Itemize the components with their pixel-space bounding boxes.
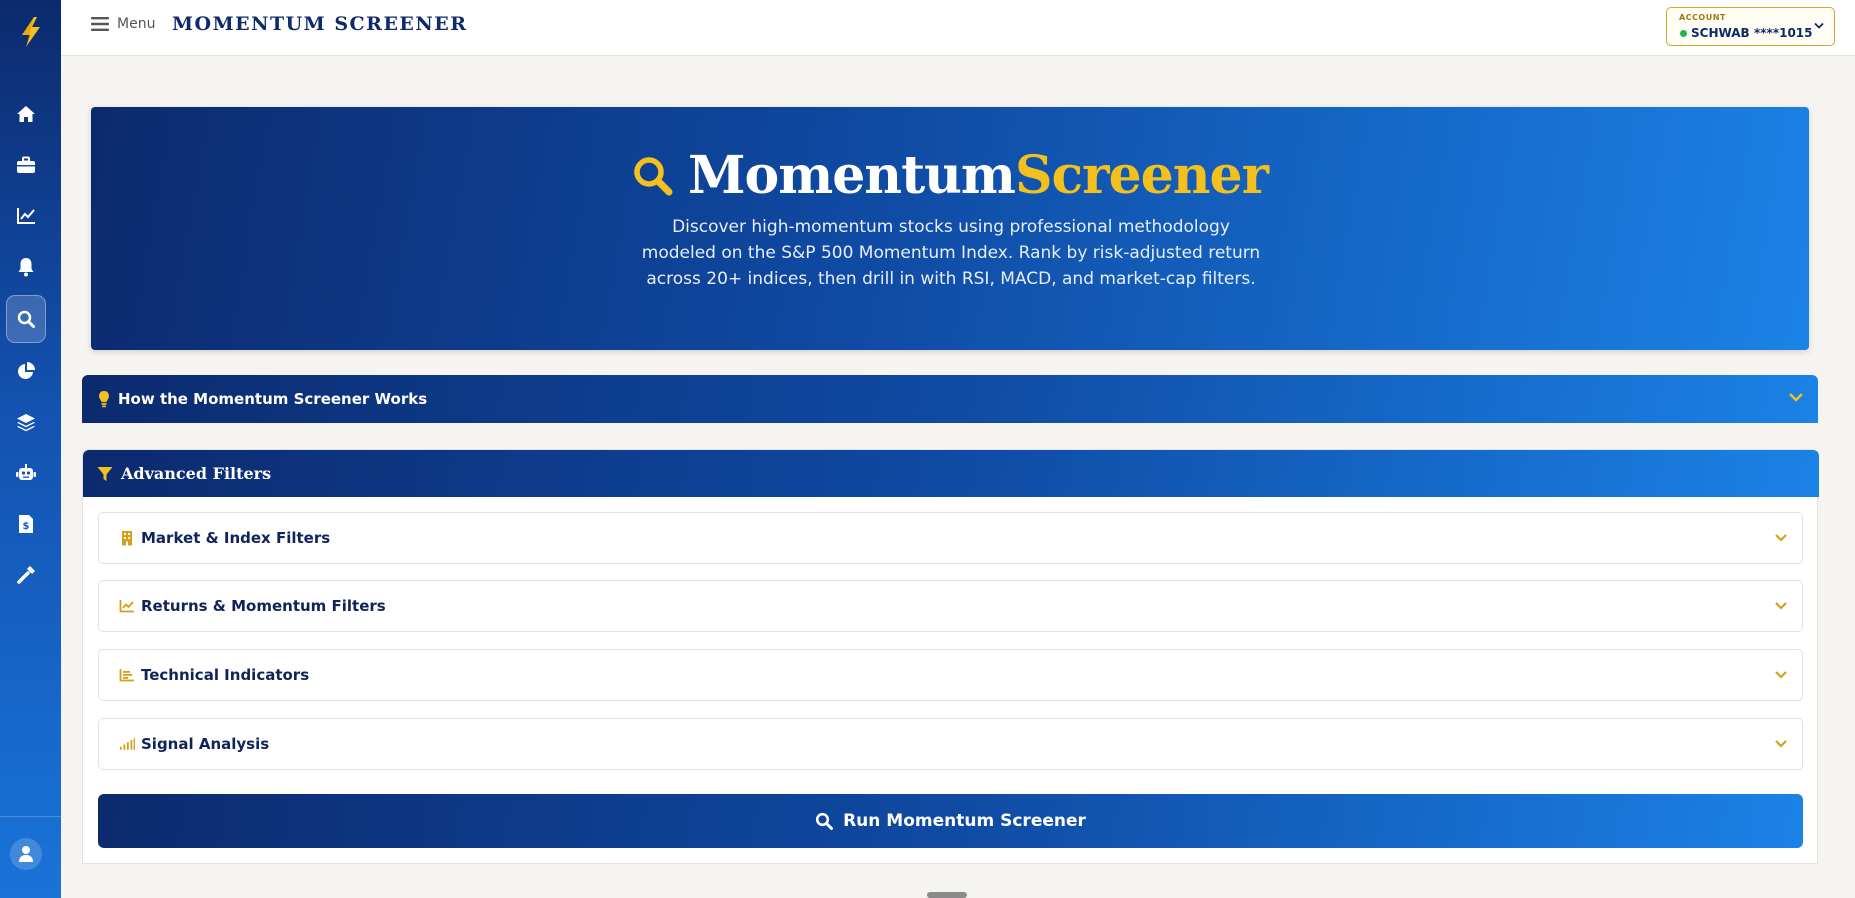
app-logo[interactable]: [0, 0, 61, 64]
chevron-down-icon: [1775, 534, 1787, 542]
sidebar-item-portfolio[interactable]: [6, 145, 46, 185]
sidebar-item-tools[interactable]: [6, 555, 46, 595]
advanced-filters-header: Advanced Filters: [83, 450, 1819, 497]
section-label: Technical Indicators: [141, 666, 310, 684]
scroll-handle[interactable]: [927, 892, 967, 898]
lightning-icon: [21, 17, 40, 47]
user-avatar[interactable]: [10, 838, 42, 870]
account-status-dot: [1680, 30, 1687, 37]
how-it-works-toggle[interactable]: How the Momentum Screener Works: [82, 375, 1818, 423]
chart-line-icon: [17, 208, 35, 224]
advanced-filters-title: Advanced Filters: [121, 464, 272, 483]
run-screener-button[interactable]: Run Momentum Screener: [98, 794, 1803, 848]
technical-indicators-toggle[interactable]: Technical Indicators: [98, 649, 1803, 701]
market-index-filters-toggle[interactable]: Market & Index Filters: [98, 512, 1803, 564]
hero-description: Discover high-momentum stocks using prof…: [641, 217, 1261, 289]
search-icon: [17, 310, 35, 328]
section-label: Market & Index Filters: [141, 529, 331, 547]
sidebar-item-screener[interactable]: [6, 295, 46, 343]
hamburger-icon: [91, 17, 109, 31]
section-label: Signal Analysis: [141, 735, 270, 753]
how-it-works-label: How the Momentum Screener Works: [118, 390, 428, 408]
hero-banner: MomentumScreener Discover high-momentum …: [91, 107, 1809, 350]
search-icon: [815, 812, 834, 830]
returns-momentum-filters-toggle[interactable]: Returns & Momentum Filters: [98, 580, 1803, 632]
chevron-down-icon: [1775, 602, 1787, 610]
bell-icon: [18, 258, 34, 277]
filter-icon: [97, 466, 113, 481]
chevron-down-icon: [1814, 22, 1824, 29]
chevron-down-icon: [1775, 671, 1787, 679]
account-selector[interactable]: ACCOUNT SCHWAB ****1015: [1666, 7, 1835, 46]
account-label: ACCOUNT: [1679, 13, 1726, 22]
account-number: ****1015: [1754, 26, 1813, 40]
svg-text:$: $: [23, 521, 30, 532]
menu-label: Menu: [117, 16, 156, 32]
chevron-down-icon: [1775, 740, 1787, 748]
hero-title: MomentumScreener: [91, 145, 1809, 206]
advanced-filters-panel: Advanced Filters Market & Index Filters …: [82, 449, 1819, 864]
search-icon: [634, 156, 673, 195]
robot-icon: [16, 464, 36, 480]
sidebar-item-charts[interactable]: [6, 196, 46, 236]
run-screener-label: Run Momentum Screener: [843, 811, 1086, 831]
building-icon: [122, 531, 132, 546]
invoice-icon: $: [19, 515, 33, 533]
pie-chart-icon: [18, 362, 35, 379]
account-broker: SCHWAB: [1691, 26, 1750, 40]
sidebar-item-bot[interactable]: [6, 453, 46, 493]
briefcase-icon: [17, 156, 35, 173]
page-title: MOMENTUM SCREENER: [172, 13, 468, 35]
sidebar-item-alerts[interactable]: [6, 247, 46, 287]
tools-icon: [17, 566, 35, 584]
signal-analysis-toggle[interactable]: Signal Analysis: [98, 718, 1803, 770]
sidebar: $: [0, 0, 61, 898]
home-icon: [17, 106, 35, 122]
section-label: Returns & Momentum Filters: [141, 597, 386, 615]
layers-icon: [17, 414, 35, 432]
chart-line-icon: [119, 600, 134, 613]
sidebar-item-home[interactable]: [6, 94, 46, 134]
user-icon: [19, 846, 33, 862]
sidebar-item-allocation[interactable]: [6, 351, 46, 391]
menu-button[interactable]: Menu: [91, 16, 155, 32]
top-bar: Menu MOMENTUM SCREENER ACCOUNT SCHWAB **…: [61, 0, 1855, 56]
bar-chart-icon: [119, 669, 134, 682]
sidebar-item-layers[interactable]: [6, 402, 46, 442]
hero-title-part1: Momentum: [687, 145, 1016, 206]
sidebar-divider: [0, 816, 61, 817]
hero-title-part2: Screener: [1014, 145, 1269, 206]
sidebar-item-reports[interactable]: $: [6, 504, 46, 544]
chevron-down-icon: [1789, 393, 1803, 402]
lightbulb-icon: [99, 391, 109, 408]
signal-icon: [119, 738, 135, 750]
